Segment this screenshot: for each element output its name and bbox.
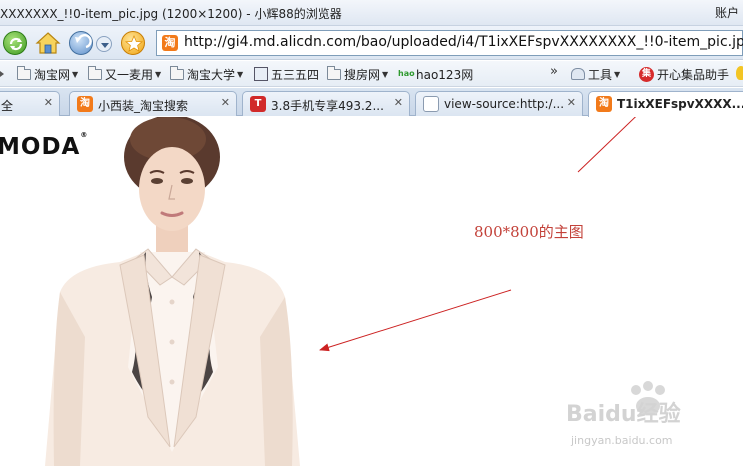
url-input[interactable]: http://gi4.md.alicdn.com/bao/uploaded/i4… bbox=[184, 34, 743, 50]
tools-menu[interactable]: 工具 ▼ bbox=[571, 66, 620, 82]
tools-label: 工具 bbox=[588, 67, 613, 82]
bookmarks-overflow-button[interactable]: » bbox=[550, 64, 558, 79]
arrow-to-url bbox=[577, 117, 637, 173]
refresh-icon bbox=[9, 37, 23, 51]
tab-bar: 全 ✕ 淘 小西装_淘宝搜索 ✕ T 3.8手机专享493.2... ✕ vie… bbox=[0, 88, 743, 117]
page-favicon-icon bbox=[423, 96, 439, 112]
lightbulb-icon[interactable] bbox=[736, 66, 743, 80]
bookmark-label: 又一麦用 bbox=[105, 67, 154, 82]
bookmark-label: 淘宝大学 bbox=[187, 67, 236, 82]
tab-label: view-source:http:/... bbox=[444, 97, 565, 111]
refresh-button[interactable] bbox=[3, 31, 27, 55]
close-icon[interactable]: ✕ bbox=[567, 96, 576, 109]
taobao-favicon-icon: 淘 bbox=[596, 96, 612, 112]
bookmark-label: 淘宝网 bbox=[34, 67, 71, 82]
favorites-button[interactable] bbox=[121, 31, 145, 55]
watermark-text: Baidu经验 bbox=[566, 402, 681, 427]
title-bar: XXXXXXX_!!0-item_pic.jpg (1200×1200) - 小… bbox=[0, 0, 743, 26]
bookmark-label: hao123网 bbox=[416, 67, 474, 82]
tab-label: 全 bbox=[1, 99, 14, 113]
helper-extension-icon: 集 bbox=[639, 66, 654, 82]
back-arrow-icon bbox=[75, 33, 92, 49]
address-bar[interactable]: 淘 http://gi4.md.alicdn.com/bao/uploaded/… bbox=[156, 30, 743, 56]
helper-extension-button[interactable]: 集 开心集品助手 bbox=[639, 66, 729, 82]
account-menu[interactable]: 账户 bbox=[715, 4, 739, 21]
helper-label: 开心集品助手 bbox=[657, 67, 730, 82]
chevron-down-icon: ▼ bbox=[72, 69, 79, 79]
close-icon[interactable]: ✕ bbox=[44, 96, 53, 109]
bookmarks-scroll-left-icon[interactable] bbox=[0, 71, 4, 77]
site-favicon-icon: 淘 bbox=[162, 35, 178, 51]
bookmark-label: 搜房网 bbox=[344, 67, 381, 82]
chevron-down-icon: ▼ bbox=[382, 69, 389, 79]
window-title: XXXXXXX_!!0-item_pic.jpg (1200×1200) - 小… bbox=[0, 7, 342, 21]
history-dropdown-button[interactable] bbox=[96, 36, 112, 52]
tab-item[interactable]: view-source:http:/... ✕ bbox=[415, 91, 583, 116]
bookmark-soufang[interactable]: 搜房网 ▼ bbox=[327, 65, 389, 82]
bookmark-wusanwusi[interactable]: 五三五四 bbox=[254, 66, 319, 82]
arrow-to-image bbox=[319, 289, 512, 352]
folder-icon bbox=[327, 65, 341, 80]
taobao-favicon-icon: 淘 bbox=[77, 96, 93, 112]
tab-label: 小西装_淘宝搜索 bbox=[98, 99, 189, 113]
bookmark-youyimai[interactable]: 又一麦用 ▼ bbox=[88, 65, 162, 82]
chevron-down-icon bbox=[101, 43, 109, 48]
chevron-down-icon: ▼ bbox=[237, 69, 244, 79]
hao123-icon: hao bbox=[398, 69, 415, 78]
tab-item-active[interactable]: 淘 T1ixXEFspvXXXX... bbox=[588, 91, 743, 117]
bookmark-taobao[interactable]: 淘宝网 ▼ bbox=[17, 65, 79, 82]
back-button[interactable] bbox=[69, 31, 93, 55]
tab-item[interactable]: 淘 小西装_淘宝搜索 ✕ bbox=[69, 91, 237, 116]
tmall-favicon-icon: T bbox=[250, 96, 266, 112]
close-icon[interactable]: ✕ bbox=[394, 96, 403, 109]
folder-icon bbox=[88, 65, 102, 80]
webpage-icon bbox=[254, 67, 268, 81]
folder-icon bbox=[17, 65, 31, 80]
chevron-down-icon: ▼ bbox=[614, 69, 621, 79]
star-icon bbox=[124, 34, 144, 52]
tab-label: T1ixXEFspvXXXX... bbox=[617, 97, 743, 111]
navigation-bar: 淘 http://gi4.md.alicdn.com/bao/uploaded/… bbox=[0, 26, 743, 60]
watermark-url: jingyan.baidu.com bbox=[571, 434, 673, 447]
chevron-down-icon: ▼ bbox=[155, 69, 162, 79]
tools-icon bbox=[571, 68, 585, 80]
tab-item[interactable]: 全 ✕ bbox=[0, 91, 60, 116]
bookmark-label: 五三五四 bbox=[271, 67, 320, 82]
home-button[interactable] bbox=[35, 31, 61, 55]
bookmarks-bar: 全 淘宝网 ▼ 又一麦用 ▼ 淘宝大学 ▼ 五三五四 搜房网 ▼ hao hao… bbox=[0, 61, 743, 87]
baidu-watermark: Baidu经验 jingyan.baidu.com bbox=[566, 381, 736, 454]
page-content: MODA® 800*800的主图 Baidu经验 jingyan.baidu.c… bbox=[0, 117, 743, 466]
home-icon bbox=[35, 32, 61, 54]
close-icon[interactable]: ✕ bbox=[221, 96, 230, 109]
tab-item[interactable]: T 3.8手机专享493.2... ✕ bbox=[242, 91, 410, 116]
bookmark-hao123[interactable]: hao hao123网 bbox=[398, 66, 473, 82]
tab-label: 3.8手机专享493.2... bbox=[271, 99, 384, 113]
folder-icon bbox=[170, 65, 184, 80]
bookmark-taobao-university[interactable]: 淘宝大学 ▼ bbox=[170, 65, 244, 82]
